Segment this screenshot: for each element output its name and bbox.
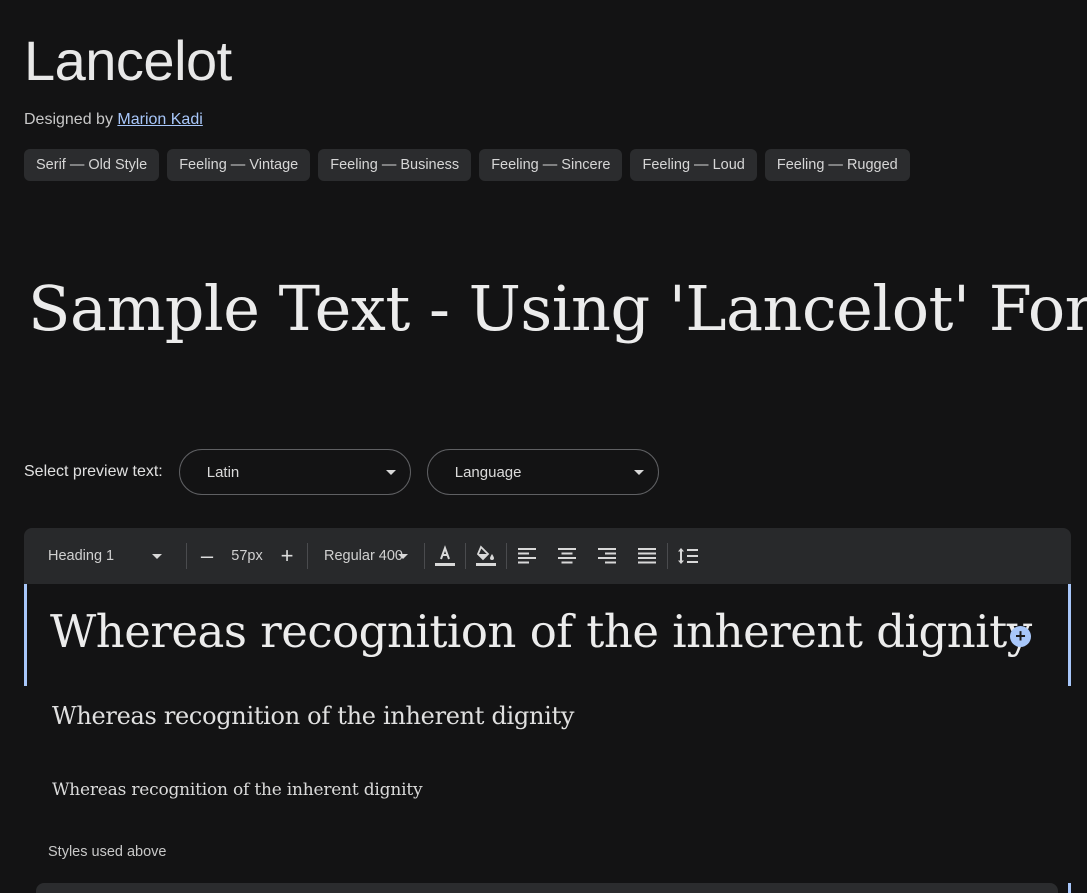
designer-line: Designed by Marion Kadi [24,111,203,129]
tag-feeling-sincere[interactable]: Feeling — Sincere [479,149,623,181]
styles-used-label: Styles used above [48,844,167,860]
font-weight-select[interactable]: Regular 400 [308,528,424,584]
text-color-icon [434,544,456,568]
line-height-icon [677,547,699,565]
preview-text-label: Select preview text: [24,463,163,480]
tag-feeling-loud[interactable]: Feeling — Loud [630,149,757,181]
heading-2-preview[interactable]: Whereas recognition of the inherent dign… [52,702,574,730]
font-size-value: 57px [231,548,263,564]
chevron-down-icon [398,554,408,559]
language-select-value: Language [454,464,522,481]
tag-feeling-business[interactable]: Feeling — Business [318,149,472,181]
designed-by-label: Designed by [24,111,113,128]
paragraph-preview[interactable]: Whereas recognition of the inherent dign… [52,780,423,800]
tag-feeling-rugged[interactable]: Feeling — Rugged [764,149,910,181]
align-center-button[interactable] [547,528,587,584]
add-block-icon[interactable]: + [1010,626,1031,647]
align-left-button[interactable] [507,528,547,584]
preview-text-controls: Select preview text: Latin Language [24,448,675,496]
align-justify-icon [637,547,657,565]
highlight-color-icon [475,544,497,568]
styles-used-panel [36,883,1058,893]
align-right-icon [597,547,617,565]
font-weight-value: Regular 400 [324,548,403,564]
designer-link[interactable]: Marion Kadi [117,111,202,128]
chevron-down-icon [633,470,644,475]
font-specimen-page: Lancelot Designed by Marion Kadi Serif —… [0,0,1087,893]
align-justify-button[interactable] [627,528,667,584]
preview-editor[interactable]: Whereas recognition of the inherent dign… [24,584,1071,893]
text-style-select[interactable]: Heading 1 [48,528,186,584]
scroll-indicator [1068,883,1071,893]
highlight-color-button[interactable] [466,528,506,584]
script-select[interactable]: Latin [178,449,411,495]
decrease-size-button[interactable]: – [187,528,227,584]
line-height-button[interactable] [668,528,708,584]
heading-1-preview[interactable]: Whereas recognition of the inherent dign… [50,598,1032,666]
tag-list: Serif — Old Style Feeling — Vintage Feel… [24,149,910,181]
script-select-value: Latin [206,464,240,481]
align-right-button[interactable] [587,528,627,584]
editor-toolbar: Heading 1 – 57px + Regular 400 [24,528,1071,584]
hero-sample-text: Sample Text - Using 'Lancelot' Font. [28,272,1087,345]
chevron-down-icon [385,470,396,475]
increase-size-button[interactable]: + [267,528,307,584]
tag-serif-old-style[interactable]: Serif — Old Style [24,149,160,181]
tag-feeling-vintage[interactable]: Feeling — Vintage [167,149,311,181]
text-color-button[interactable] [425,528,465,584]
align-left-icon [517,547,537,565]
language-select[interactable]: Language [426,449,659,495]
text-style-value: Heading 1 [48,548,115,564]
chevron-down-icon [152,554,162,559]
align-center-icon [557,547,577,565]
font-title: Lancelot [24,29,232,92]
